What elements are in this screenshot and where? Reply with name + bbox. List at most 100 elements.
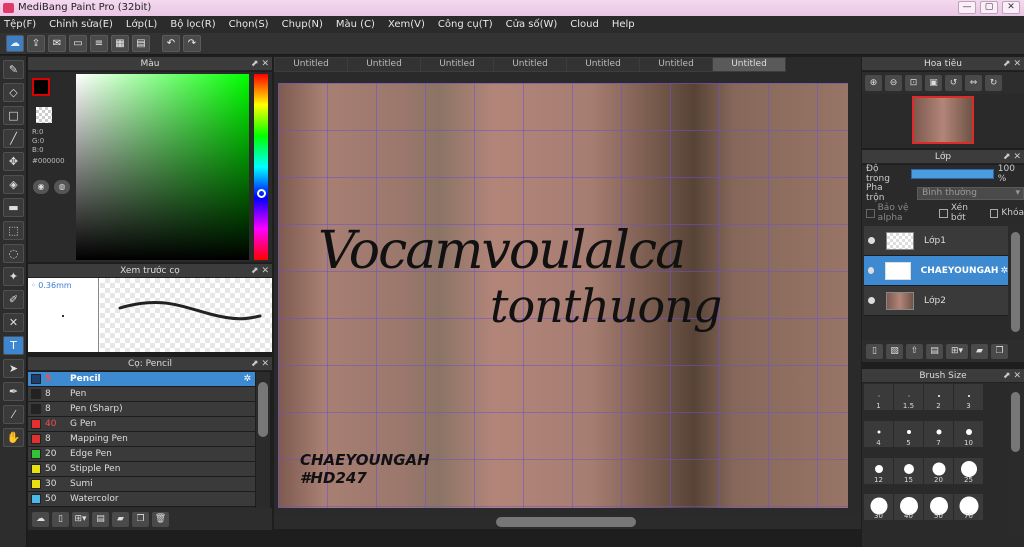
hue-slider-handle[interactable]: [257, 189, 266, 198]
new-layer-icon[interactable]: ▯: [866, 343, 883, 359]
hand-tool-icon[interactable]: ✋: [3, 428, 24, 447]
brush-tool-icon[interactable]: ✎: [3, 60, 24, 79]
gear-icon[interactable]: ✲: [1000, 266, 1008, 276]
clipping-checkbox[interactable]: [939, 208, 948, 218]
brush-size-cell[interactable]: 2: [924, 384, 953, 410]
rect-select-icon[interactable]: ⬚: [3, 221, 24, 240]
brush-size-cell[interactable]: 5: [894, 420, 923, 447]
eyedropper-tool-icon[interactable]: ✒: [3, 382, 24, 401]
operation-tool-icon[interactable]: ➤: [3, 359, 24, 378]
brush-size-scrollbar[interactable]: [1009, 384, 1022, 530]
menu-select[interactable]: Chọn(S): [229, 19, 269, 30]
visibility-icon[interactable]: [868, 267, 875, 274]
blend-mode-select[interactable]: Bình thường ▾: [917, 186, 1024, 200]
brush-item[interactable]: 8 Pen (Sharp): [28, 402, 255, 417]
protect-alpha-checkbox[interactable]: [866, 208, 875, 218]
background-color-swatch[interactable]: [36, 107, 52, 123]
menu-view[interactable]: Xem(V): [388, 19, 425, 30]
tab-untitled[interactable]: Untitled: [274, 57, 348, 72]
layer-row[interactable]: Lớp2: [864, 286, 1008, 316]
layer-list-scrollbar[interactable]: [1009, 226, 1022, 338]
redo-icon[interactable]: ↷: [183, 35, 201, 52]
visibility-icon[interactable]: [868, 237, 875, 244]
brush-size-cell[interactable]: 3: [954, 384, 983, 410]
duplicate-icon[interactable]: ❐: [132, 511, 149, 527]
new-halftone-layer-icon[interactable]: ▧: [886, 343, 903, 359]
color-settings-icon[interactable]: ◍: [54, 180, 70, 194]
import-layer-icon[interactable]: ⇧: [906, 343, 923, 359]
dropper-tool-icon[interactable]: ⁄: [3, 405, 24, 424]
drawing-canvas[interactable]: Vocamvoulalca tonthuong CHAEYOUNGAH #HD2…: [278, 83, 848, 508]
navigator-preview[interactable]: [912, 96, 974, 144]
brush-item[interactable]: 20 Edge Pen: [28, 447, 255, 462]
chat-icon[interactable]: ▭: [69, 35, 87, 52]
brush-size-cell[interactable]: 20: [924, 457, 953, 484]
panel-close-icon[interactable]: ⬈ ✕: [1003, 57, 1021, 71]
layer-property-icon[interactable]: ▤: [926, 343, 943, 359]
gallery-icon[interactable]: ▦: [111, 35, 129, 52]
folder-icon[interactable]: ▰: [971, 343, 988, 359]
rotate-right-icon[interactable]: ↻: [985, 75, 1002, 91]
brush-item[interactable]: 5 Pencil ✲: [28, 372, 255, 387]
brush-size-cell[interactable]: 1: [864, 384, 893, 410]
gear-icon[interactable]: ✲: [243, 374, 251, 384]
actual-size-icon[interactable]: ▣: [925, 75, 942, 91]
new-brush-icon[interactable]: ▯: [52, 511, 69, 527]
brush-item[interactable]: 40 G Pen: [28, 417, 255, 432]
brush-size-cell[interactable]: 1.5: [894, 384, 923, 410]
palette-icon[interactable]: ◉: [33, 180, 49, 194]
menu-cloud[interactable]: Cloud: [570, 19, 599, 30]
panel-close-icon[interactable]: ⬈ ✕: [1003, 369, 1021, 383]
tab-untitled[interactable]: Untitled: [493, 57, 567, 72]
opacity-slider[interactable]: [911, 169, 994, 179]
menu-filter[interactable]: Bộ lọc(R): [170, 19, 215, 30]
brush-item[interactable]: 30 Sumi: [28, 477, 255, 492]
tab-untitled-active[interactable]: Untitled: [712, 57, 786, 72]
brush-item[interactable]: 8 Mapping Pen: [28, 432, 255, 447]
menu-file[interactable]: Tệp(F): [4, 19, 36, 30]
add-brush-icon[interactable]: ⊞▾: [72, 511, 89, 527]
brush-size-cell[interactable]: 30: [864, 494, 893, 521]
saturation-value-picker[interactable]: [76, 74, 249, 260]
select-pen-icon[interactable]: ✐: [3, 290, 24, 309]
trash-icon[interactable]: 🗑: [152, 511, 169, 527]
select-eraser-icon[interactable]: ✕: [3, 313, 24, 332]
brush-size-cell[interactable]: 7: [924, 420, 953, 447]
minimize-button[interactable]: —: [958, 1, 976, 14]
eraser-tool-icon[interactable]: ◇: [3, 83, 24, 102]
hue-slider[interactable]: [254, 74, 268, 260]
layer-row[interactable]: Lớp1: [864, 226, 1008, 256]
lock-checkbox[interactable]: [989, 208, 999, 218]
brush-size-cell[interactable]: 12: [864, 457, 893, 484]
tab-untitled[interactable]: Untitled: [347, 57, 421, 72]
fit-icon[interactable]: ⊡: [905, 75, 922, 91]
brush-item[interactable]: 8 Pen: [28, 387, 255, 402]
brush-size-cell[interactable]: 50: [924, 494, 953, 521]
tab-untitled[interactable]: Untitled: [566, 57, 640, 72]
line-tool-icon[interactable]: ╱: [3, 129, 24, 148]
folder-icon[interactable]: ▰: [112, 511, 129, 527]
menu-color[interactable]: Màu (C): [336, 19, 375, 30]
add-layer-dropdown-icon[interactable]: ⊞▾: [946, 343, 968, 359]
panel-close-icon[interactable]: ⬈ ✕: [251, 264, 269, 278]
magic-wand-icon[interactable]: ✦: [3, 267, 24, 286]
cloud-brush-icon[interactable]: ☁: [32, 511, 49, 527]
brush-size-cell[interactable]: 15: [894, 457, 923, 484]
brush-item[interactable]: 50 Watercolor: [28, 492, 255, 507]
panel-close-icon[interactable]: ⬈ ✕: [251, 57, 269, 71]
lasso-select-icon[interactable]: ◌: [3, 244, 24, 263]
brush-size-cell[interactable]: 70: [954, 494, 983, 521]
brush-size-cell[interactable]: 25: [954, 457, 983, 484]
fill-tool-icon[interactable]: ◈: [3, 175, 24, 194]
flip-icon[interactable]: ⇔: [965, 75, 982, 91]
comment-icon[interactable]: ✉: [48, 35, 66, 52]
canvas-hscrollbar[interactable]: [274, 515, 861, 529]
brush-item[interactable]: 50 Stipple Pen: [28, 462, 255, 477]
gradient-tool-icon[interactable]: ▬: [3, 198, 24, 217]
tab-untitled[interactable]: Untitled: [639, 57, 713, 72]
menu-tools[interactable]: Công cụ(T): [438, 19, 493, 30]
brush-size-cell[interactable]: 10: [954, 420, 983, 447]
share-icon[interactable]: ⇪: [27, 35, 45, 52]
brush-list-scrollbar[interactable]: [256, 372, 270, 508]
foreground-color-swatch[interactable]: [32, 78, 50, 96]
